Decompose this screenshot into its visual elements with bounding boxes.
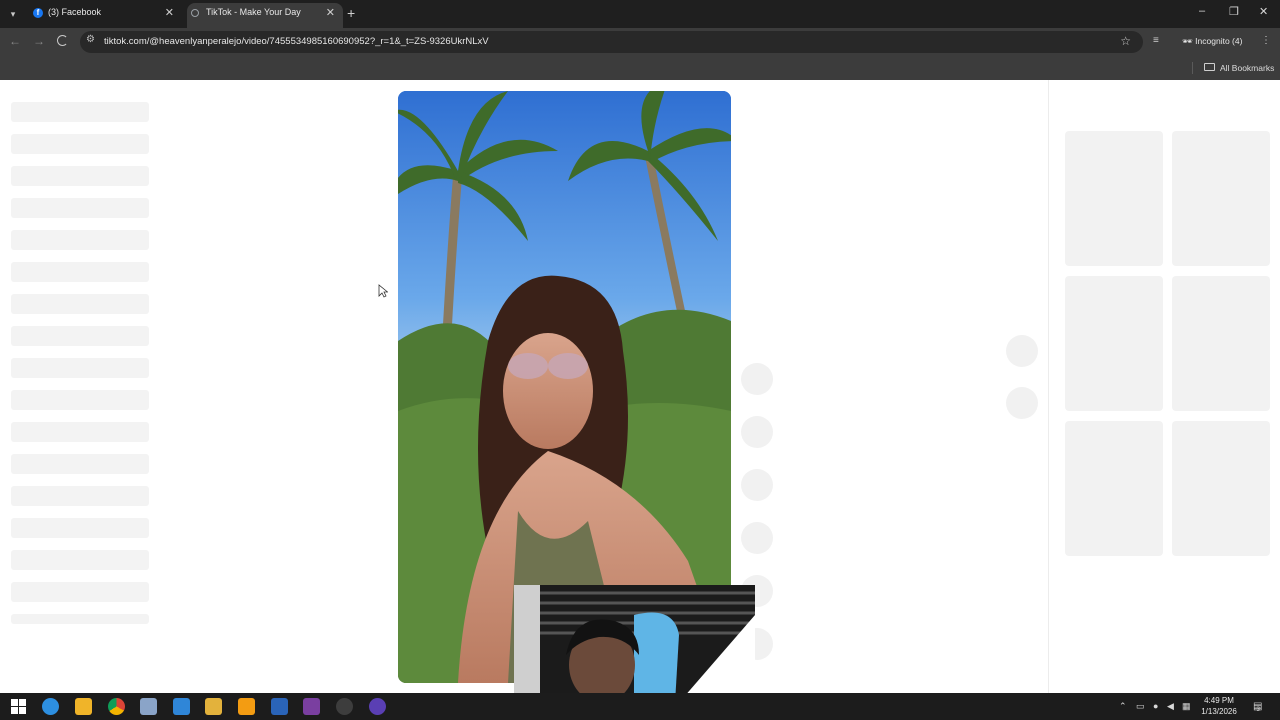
sidebar-skeleton-row <box>11 198 149 218</box>
bookmarks-bar: All Bookmarks <box>0 56 1280 80</box>
sidebar-skeleton-row <box>11 486 149 506</box>
clock-time: 4:49 PM <box>1204 696 1234 705</box>
tab-facebook[interactable]: f (3) Facebook ✕ <box>26 3 182 28</box>
sidebar-skeleton-row <box>11 422 149 442</box>
site-info-icon[interactable]: ⚙ <box>86 34 95 45</box>
action-skeleton-circle <box>741 363 773 395</box>
profile-label: Incognito (4) <box>1195 36 1243 46</box>
mouse-cursor-icon <box>378 284 388 298</box>
sidebar-skeleton-row <box>11 166 149 186</box>
browser-toolbar: ← → ⚙ tiktok.com/@heavenlyanperalejo/vid… <box>0 28 1280 56</box>
reading-list-icon[interactable]: ≡ <box>1153 35 1159 46</box>
sidebar-skeleton-row <box>11 262 149 282</box>
sidebar-skeleton-row <box>11 518 149 538</box>
skeleton-circle <box>1006 387 1038 419</box>
volume-icon[interactable]: ◀ <box>1167 701 1174 712</box>
tab-title: TikTok - Make Your Day <box>206 7 301 17</box>
related-video-skeleton-card <box>1172 276 1270 411</box>
file-explorer-icon[interactable] <box>205 698 222 715</box>
sublime-icon[interactable] <box>238 698 255 715</box>
winrar-icon[interactable] <box>303 698 320 715</box>
notification-count: 3 <box>1256 707 1260 713</box>
related-video-skeleton-card <box>1065 131 1163 266</box>
sidebar-skeleton-row <box>11 582 149 602</box>
action-skeleton-circle <box>741 522 773 554</box>
back-icon[interactable]: ← <box>9 34 21 48</box>
sidebar-skeleton-row <box>11 134 149 154</box>
vscode-icon[interactable] <box>173 698 190 715</box>
notifications-icon[interactable]: ▤3 <box>1253 701 1266 713</box>
restore-icon[interactable]: ❐ <box>1229 5 1239 18</box>
close-tab-icon[interactable]: ✕ <box>326 6 335 19</box>
url-text[interactable]: tiktok.com/@heavenlyanperalejo/video/745… <box>104 36 489 47</box>
minimize-icon[interactable]: – <box>1199 5 1205 17</box>
bookmarks-separator <box>1192 62 1193 74</box>
tab-title: (3) Facebook <box>48 7 102 17</box>
address-bar[interactable]: ⚙ tiktok.com/@heavenlyanperalejo/video/7… <box>80 31 1143 53</box>
clock-app-icon[interactable] <box>336 698 353 715</box>
clock-date: 1/13/2026 <box>1201 707 1237 716</box>
chrome-icon[interactable] <box>105 694 128 719</box>
related-video-skeleton-card <box>1065 276 1163 411</box>
action-skeleton-circle <box>741 416 773 448</box>
sidebar-skeleton-row <box>11 550 149 570</box>
photoshop-icon[interactable] <box>271 698 288 715</box>
related-video-skeleton-card <box>1172 131 1270 266</box>
close-tab-icon[interactable]: ✕ <box>165 6 174 19</box>
sidebar-skeleton-row <box>11 358 149 378</box>
sidebar-skeleton-row <box>11 614 149 624</box>
tray-overflow-icon[interactable]: ⌃ <box>1119 701 1127 712</box>
ai-app-icon[interactable] <box>140 698 157 715</box>
windows-taskbar: ⌃ ▭ ● ◀ ▦ 4:49 PM 1/13/2026 ▤3 <box>0 693 1280 720</box>
sidebar-skeleton-row <box>11 230 149 250</box>
related-video-skeleton-card <box>1172 421 1270 556</box>
forward-icon[interactable]: → <box>33 34 45 48</box>
incognito-profile-button[interactable]: 🕶︎ Incognito (4) <box>1182 36 1242 47</box>
skeleton-circle <box>1006 335 1038 367</box>
microphone-icon[interactable]: ● <box>1153 701 1158 711</box>
panel-divider <box>1048 80 1049 693</box>
tab-strip: ▾ f (3) Facebook ✕ TikTok - Make Your Da… <box>0 0 1280 28</box>
sidebar-skeleton-row <box>11 390 149 410</box>
tab-tiktok[interactable]: TikTok - Make Your Day ✕ <box>187 3 343 28</box>
copilot-icon[interactable] <box>75 698 92 715</box>
bookmark-star-icon[interactable]: ☆ <box>1120 34 1131 48</box>
keyboard-icon[interactable]: ▦ <box>1182 701 1191 712</box>
edge-icon[interactable] <box>42 698 59 715</box>
action-skeleton-circle <box>741 469 773 501</box>
system-clock[interactable]: 4:49 PM 1/13/2026 <box>1196 695 1242 717</box>
folder-icon <box>1204 63 1215 71</box>
facebook-icon: f <box>33 8 43 18</box>
meet-now-icon[interactable]: ▭ <box>1136 701 1145 712</box>
stop-loading-icon[interactable] <box>57 35 68 46</box>
sidebar-skeleton-row <box>11 454 149 474</box>
all-bookmarks-button[interactable]: All Bookmarks <box>1220 63 1274 73</box>
related-video-skeleton-card <box>1065 421 1163 556</box>
obs-icon[interactable] <box>369 698 386 715</box>
window-close-icon[interactable]: ✕ <box>1259 5 1268 18</box>
tab-search-icon[interactable]: ▾ <box>5 6 21 22</box>
windows-start-icon[interactable] <box>10 698 27 715</box>
sidebar-skeleton-row <box>11 326 149 346</box>
sidebar-skeleton-row <box>11 102 149 122</box>
tiktok-icon <box>191 9 199 17</box>
incognito-icon: 🕶︎ <box>1182 36 1193 46</box>
sidebar-skeleton-row <box>11 294 149 314</box>
new-tab-icon[interactable]: + <box>347 5 355 21</box>
more-menu-icon[interactable]: ⋮ <box>1261 35 1271 46</box>
